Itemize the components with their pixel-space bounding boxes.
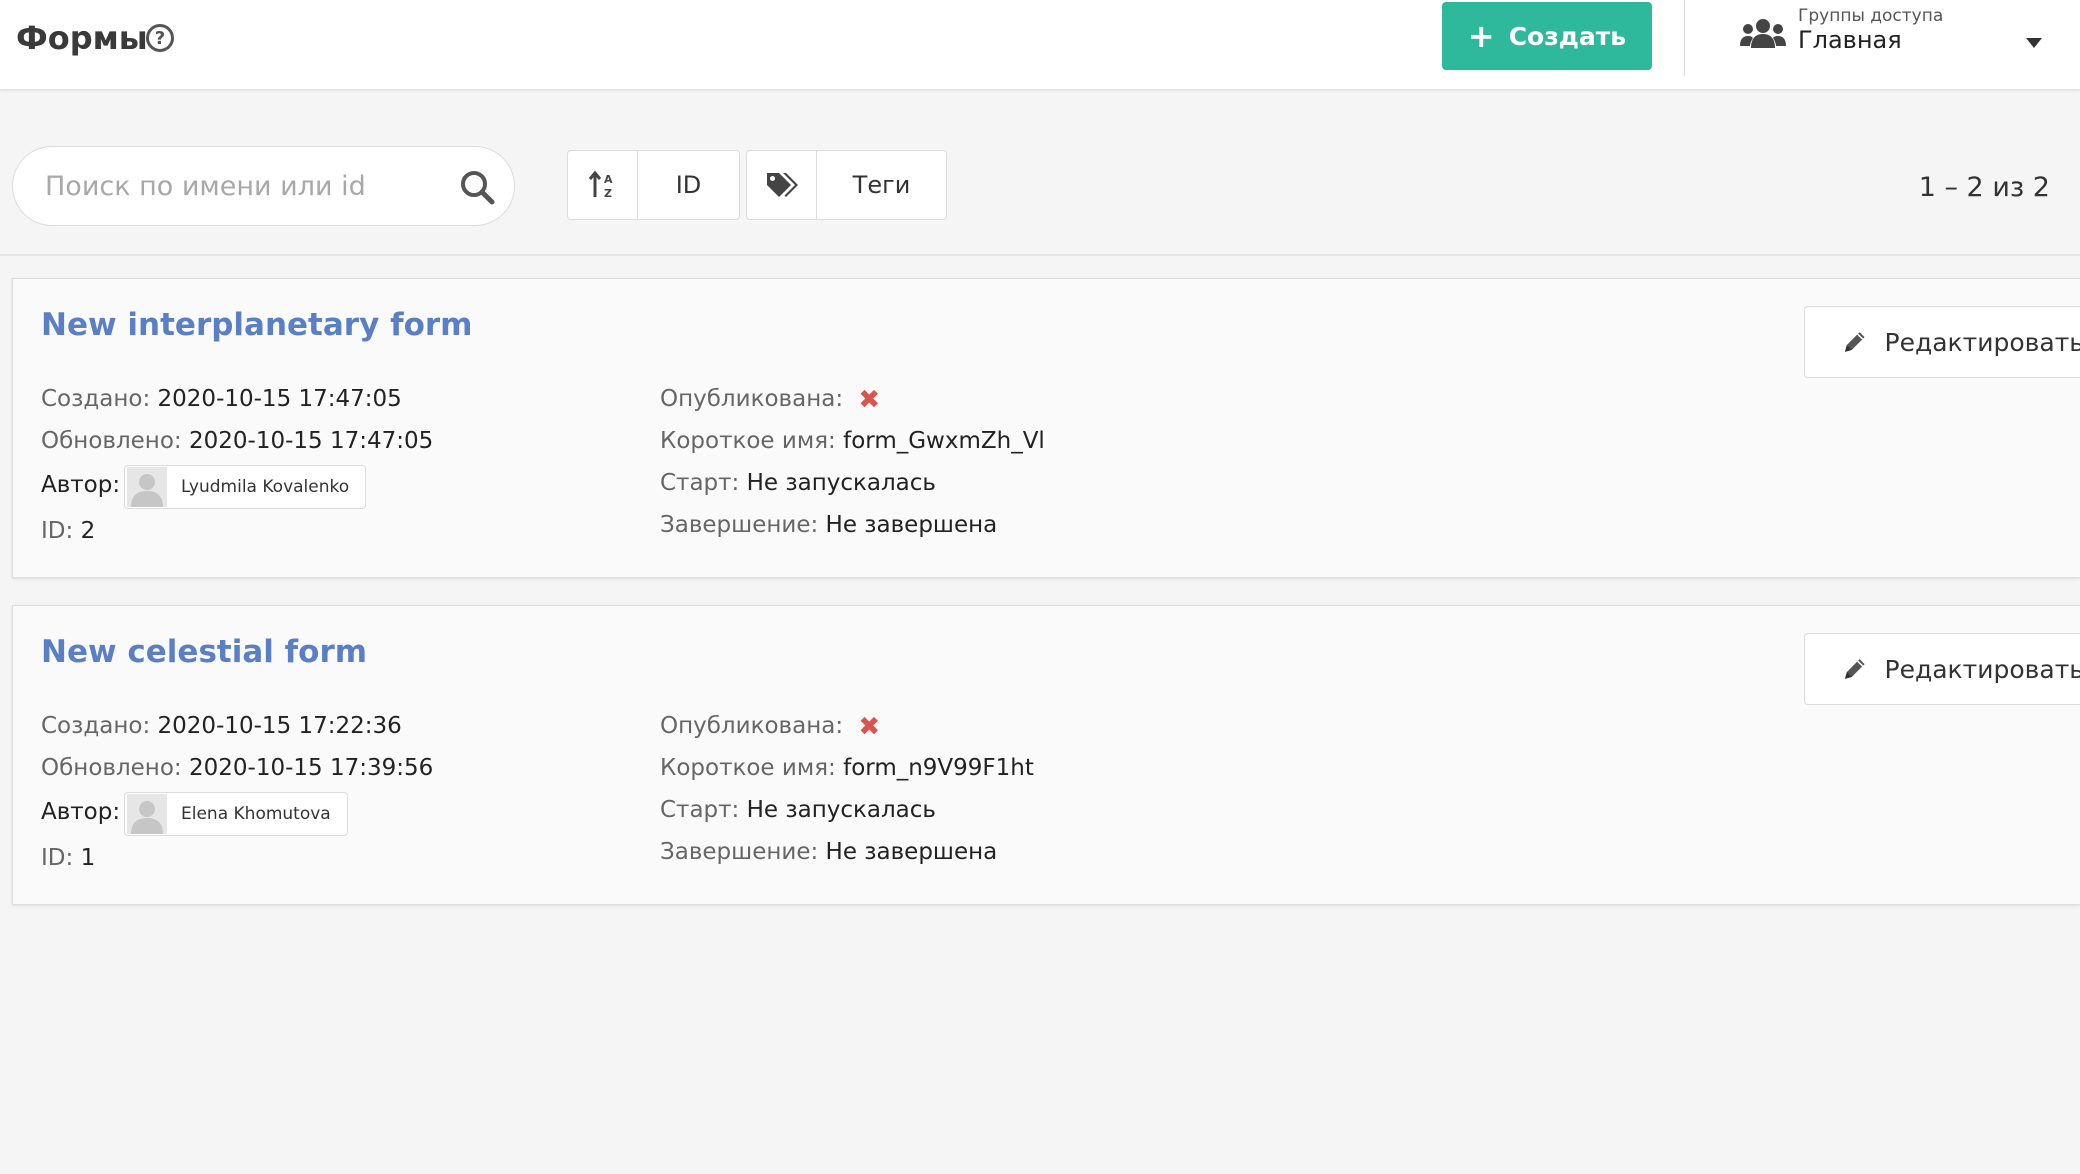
created-label: Создано: [41, 713, 151, 739]
create-button-label: Создать [1508, 21, 1627, 51]
finish-field: Завершение: Не завершена [660, 836, 997, 868]
created-label: Создано: [41, 386, 151, 412]
finish-value: Не завершена [825, 512, 998, 538]
tags-filter: Теги [746, 150, 947, 220]
create-button[interactable]: + Создать [1442, 2, 1652, 70]
published-label: Опубликована: [660, 386, 844, 412]
form-title-link[interactable]: New celestial form [41, 634, 367, 670]
finish-label: Завершение: [660, 839, 819, 865]
short-name-field: Короткое имя: form_n9V99F1ht [660, 752, 1034, 784]
sort-control: A Z ID [567, 150, 740, 220]
author-chip[interactable]: Elena Khomutova [124, 792, 348, 836]
access-group-label: Группы доступа [1798, 6, 1944, 26]
tags-icon [766, 173, 798, 197]
search-icon[interactable] [459, 169, 495, 205]
start-label: Старт: [660, 470, 740, 496]
updated-label: Обновлено: [41, 428, 182, 454]
id-value: 2 [80, 518, 96, 544]
search-input[interactable] [43, 147, 443, 225]
pagination-info: 1 – 2 из 2 [1918, 172, 2050, 203]
updated-value: 2020-10-15 17:39:56 [188, 755, 434, 781]
sort-field-button[interactable]: ID [638, 151, 739, 219]
sort-direction-button[interactable]: A Z [568, 151, 638, 219]
avatar [127, 794, 167, 834]
page-title: Формы [16, 19, 148, 57]
updated-value: 2020-10-15 17:47:05 [188, 428, 434, 454]
finish-field: Завершение: Не завершена [660, 509, 997, 541]
created-value: 2020-10-15 17:22:36 [157, 713, 402, 739]
user-silhouette-icon [131, 474, 163, 507]
form-card: New interplanetary form Создано: 2020-10… [12, 278, 2080, 578]
short-name-label: Короткое имя: [660, 428, 836, 454]
start-value: Не запускалась [746, 470, 936, 496]
author-name: Elena Khomutova [181, 804, 331, 824]
avatar [127, 467, 167, 507]
search-box [12, 146, 515, 226]
chevron-down-icon [2026, 38, 2042, 48]
pencil-icon [1844, 659, 1865, 679]
id-value: 1 [80, 845, 96, 871]
updated-field: Обновлено: 2020-10-15 17:39:56 [41, 752, 433, 784]
users-icon [1740, 19, 1786, 48]
edit-button[interactable]: Редактировать [1804, 306, 2080, 378]
published-field: Опубликована: ✖ [660, 383, 880, 416]
updated-label: Обновлено: [41, 755, 182, 781]
access-group-selector[interactable]: Группы доступа Главная [1740, 0, 2060, 76]
start-label: Старт: [660, 797, 740, 823]
updated-field: Обновлено: 2020-10-15 17:47:05 [41, 425, 433, 457]
finish-value: Не завершена [825, 839, 998, 865]
created-value: 2020-10-15 17:47:05 [157, 386, 402, 412]
created-field: Создано: 2020-10-15 17:22:36 [41, 710, 402, 742]
author-chip[interactable]: Lyudmila Kovalenko [124, 465, 367, 509]
author-label: Автор: [41, 799, 121, 825]
id-label: ID: [41, 518, 74, 544]
tags-filter-button[interactable]: Теги [817, 151, 946, 219]
form-title-link[interactable]: New interplanetary form [41, 307, 472, 343]
created-field: Создано: 2020-10-15 17:47:05 [41, 383, 402, 415]
edit-button-label: Редактировать [1884, 654, 2080, 684]
id-field: ID: 1 [41, 842, 95, 874]
form-card: New celestial form Создано: 2020-10-15 1… [12, 605, 2080, 905]
author-label: Автор: [41, 472, 121, 498]
id-label: ID: [41, 845, 74, 871]
access-group-value: Главная [1798, 26, 1902, 54]
short-name-label: Короткое имя: [660, 755, 836, 781]
published-field: Опубликована: ✖ [660, 710, 880, 743]
id-field: ID: 2 [41, 515, 95, 547]
list-toolbar: A Z ID Теги 1 – 2 из 2 [0, 90, 2080, 256]
help-icon[interactable]: ? [146, 24, 174, 52]
author-name: Lyudmila Kovalenko [181, 477, 350, 497]
finish-label: Завершение: [660, 512, 819, 538]
pencil-icon [1844, 332, 1865, 352]
tags-icon-button[interactable] [747, 151, 817, 219]
start-field: Старт: Не запускалась [660, 467, 936, 499]
short-name-value: form_n9V99F1ht [843, 755, 1034, 781]
top-header: Формы ? + Создать Группы доступа Главная [0, 0, 2080, 90]
sort-ascending-icon: A Z [588, 170, 613, 200]
user-silhouette-icon [131, 801, 163, 834]
unpublished-x-icon: ✖ [858, 385, 881, 415]
start-value: Не запускалась [746, 797, 936, 823]
edit-button-label: Редактировать [1884, 327, 2080, 357]
start-field: Старт: Не запускалась [660, 794, 936, 826]
unpublished-x-icon: ✖ [858, 712, 881, 742]
short-name-value: form_GwxmZh_Vl [843, 428, 1045, 454]
header-divider [1684, 0, 1685, 76]
svg-text:Z: Z [604, 187, 612, 200]
short-name-field: Короткое имя: form_GwxmZh_Vl [660, 425, 1045, 457]
plus-icon: + [1467, 17, 1495, 55]
edit-button[interactable]: Редактировать [1804, 633, 2080, 705]
published-label: Опубликована: [660, 713, 844, 739]
svg-text:A: A [604, 173, 613, 186]
